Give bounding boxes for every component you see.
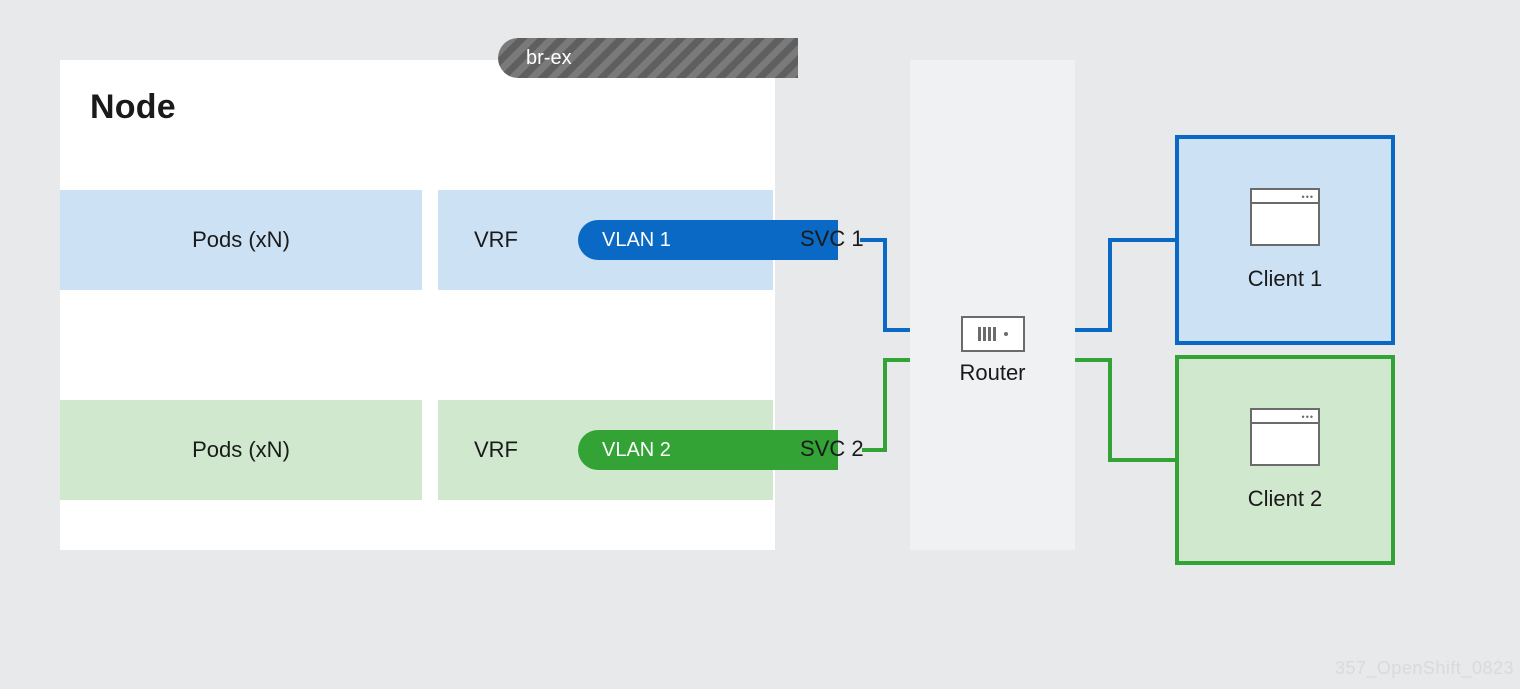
vrf-label-2: VRF [474,437,518,463]
node-title: Node [90,88,176,127]
router-label: Router [910,360,1075,386]
client-label-1: Client 1 [1248,266,1323,292]
diagram-stage: Node br-ex Pods (xN) VRF VLAN 1 Pods (xN… [0,0,1520,689]
vrf-label-1: VRF [474,227,518,253]
router-icon [961,316,1025,352]
window-icon: ••• [1250,408,1320,466]
window-icon: ••• [1250,188,1320,246]
vlan-pill-1: VLAN 1 [578,220,838,260]
pods-box-1: Pods (xN) [60,190,422,290]
client-label-2: Client 2 [1248,486,1323,512]
footer-tag: 357_OpenShift_0823 [1335,658,1514,679]
svc-label-2: SVC 2 [800,436,864,462]
svc-label-1: SVC 1 [800,226,864,252]
br-ex-label: br-ex [526,47,572,70]
vlan-pill-2: VLAN 2 [578,430,838,470]
client-box-2: ••• Client 2 [1175,355,1395,565]
pods-box-2: Pods (xN) [60,400,422,500]
router-panel: Router [910,60,1075,550]
br-ex-pill: br-ex [498,38,798,78]
vlan-label-2: VLAN 2 [602,439,671,462]
client-box-1: ••• Client 1 [1175,135,1395,345]
vlan-label-1: VLAN 1 [602,229,671,252]
